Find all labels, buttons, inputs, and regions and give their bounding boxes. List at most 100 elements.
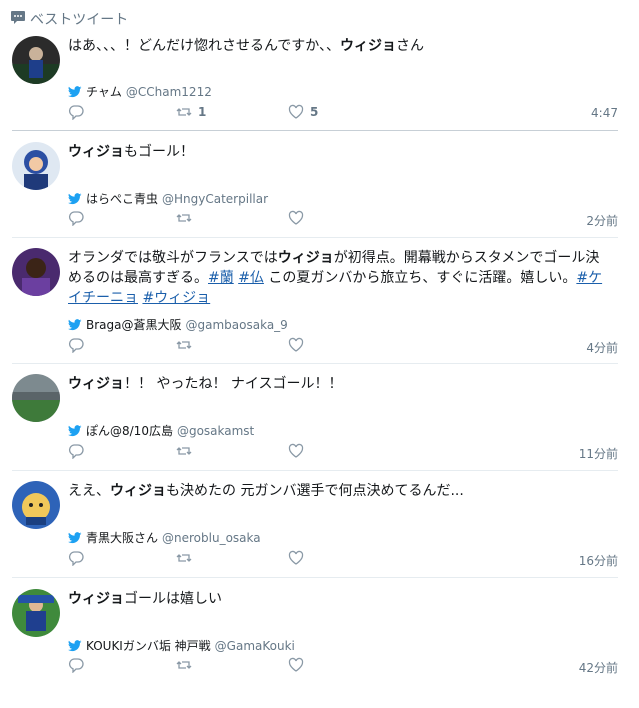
reply-button[interactable] — [68, 337, 84, 353]
hashtag-link[interactable]: #ウィジョ — [142, 290, 210, 306]
tweet-author[interactable]: KOUKIガンバ垢 神戸戦 @GamaKouki — [68, 637, 295, 654]
tweet-author[interactable]: 青黒大阪さん @neroblu_osaka — [68, 529, 261, 546]
tweet-text-segment: この夏ガンバから旅立ち、すぐに活躍。嬉しい。 — [263, 270, 577, 286]
handle: @GamaKouki — [214, 638, 295, 653]
avatar[interactable] — [12, 142, 60, 190]
retweet-button[interactable] — [176, 657, 192, 673]
tweet-text: ウィジョもゴール！ — [68, 142, 608, 162]
like-button[interactable] — [288, 657, 304, 673]
handle: @gosakamst — [176, 423, 255, 438]
reply-icon — [68, 444, 84, 459]
timestamp[interactable]: 11分前 — [579, 445, 618, 462]
reply-button[interactable] — [68, 550, 84, 566]
tweet-text-segment: も決めたの 元ガンバ選手で何点決めてるんだ... — [166, 483, 464, 499]
reply-button[interactable] — [68, 443, 84, 459]
display-name: ぽん@8/10広島 — [86, 424, 173, 438]
timestamp[interactable]: 4:47 — [591, 106, 618, 120]
retweet-button[interactable] — [176, 550, 192, 566]
avatar[interactable] — [12, 589, 60, 637]
retweet-button[interactable]: 1 — [176, 104, 206, 120]
tweet-text: ウィジョゴールは嬉しい — [68, 589, 608, 609]
tweet-text: ええ、ウィジョも決めたの 元ガンバ選手で何点決めてるんだ... — [68, 481, 608, 501]
timestamp[interactable]: 16分前 — [579, 552, 618, 569]
avatar[interactable] — [12, 36, 60, 84]
speech-bubble-icon — [10, 9, 26, 29]
retweet-icon — [176, 661, 192, 669]
reply-button[interactable] — [68, 210, 84, 226]
avatar[interactable] — [12, 374, 60, 422]
retweet-button[interactable] — [176, 337, 192, 353]
tweet-actions: 4分前 — [68, 337, 618, 357]
reply-icon — [68, 551, 84, 566]
avatar[interactable] — [12, 248, 60, 296]
divider — [12, 237, 618, 238]
tweet-text: オランダでは敬斗がフランスではウィジョが初得点。開幕戦からスタメンでゴール決める… — [68, 248, 608, 308]
tweet-text-segment: ええ、 — [68, 483, 110, 499]
like-button[interactable] — [288, 210, 304, 226]
twitter-bird-icon — [68, 318, 82, 330]
retweet-icon — [176, 214, 192, 222]
highlighted-keyword: ウィジョ — [340, 38, 397, 54]
highlighted-keyword: ウィジョ — [68, 591, 124, 607]
tweet-text-segment: はあ、、、！どんだけ惚れさせるんですか、、 — [68, 38, 341, 54]
divider — [12, 470, 618, 471]
twitter-bird-icon — [68, 639, 82, 651]
heart-icon — [288, 550, 304, 565]
tweet-item[interactable]: ウィジョもゴール！ はらぺこ青虫 @HngyCaterpillar 2分前 — [12, 142, 618, 232]
twitter-bird-icon — [68, 424, 82, 436]
tweet-text-segment: もゴール！ — [124, 144, 194, 160]
like-button[interactable] — [288, 337, 304, 353]
tweet-actions: 16分前 — [68, 550, 618, 570]
tweet-text-segment: さん — [396, 38, 425, 54]
heart-icon — [288, 657, 304, 672]
twitter-bird-icon — [68, 85, 82, 97]
avatar[interactable] — [12, 481, 60, 529]
display-name: KOUKIガンバ垢 神戸戦 — [86, 639, 211, 653]
tweet-item[interactable]: はあ、、、！どんだけ惚れさせるんですか、、ウィジョさん チャム @CCham12… — [12, 36, 618, 126]
tweet-text-segment: ！！ やったね！ ナイスゴール！！ — [124, 376, 343, 392]
highlighted-keyword: ウィジョ — [68, 376, 124, 392]
tweet-text: ウィジョ！！ やったね！ ナイスゴール！！ — [68, 374, 608, 394]
retweet-button[interactable] — [176, 210, 192, 226]
highlighted-keyword: ウィジョ — [68, 144, 124, 160]
header-title: ベストツイート — [30, 12, 129, 28]
tweet-actions: 42分前 — [68, 657, 618, 677]
tweet-text-segment: ゴールは嬉しい — [124, 591, 222, 607]
tweet-author[interactable]: はらぺこ青虫 @HngyCaterpillar — [68, 190, 268, 207]
tweet-author[interactable]: ぽん@8/10広島 @gosakamst — [68, 422, 254, 439]
retweet-count: 1 — [198, 105, 207, 119]
reply-button[interactable] — [68, 104, 84, 120]
twitter-bird-icon — [68, 192, 82, 204]
tweet-author[interactable]: チャム @CCham1212 — [68, 83, 212, 100]
reply-icon — [68, 105, 84, 120]
like-button[interactable] — [288, 443, 304, 459]
tweet-item[interactable]: ウィジョ！！ やったね！ ナイスゴール！！ ぽん@8/10広島 @gosakam… — [12, 374, 618, 464]
display-name: チャム — [86, 85, 122, 99]
divider — [12, 130, 618, 131]
timestamp[interactable]: 4分前 — [586, 339, 618, 356]
tweet-actions: 2分前 — [68, 210, 618, 230]
like-button[interactable] — [288, 550, 304, 566]
handle: @CCham1212 — [125, 84, 212, 99]
tweet-actions: 11分前 — [68, 443, 618, 463]
timestamp[interactable]: 42分前 — [579, 659, 618, 676]
reply-icon — [68, 211, 84, 226]
tweet-item[interactable]: オランダでは敬斗がフランスではウィジョが初得点。開幕戦からスタメンでゴール決める… — [12, 248, 618, 356]
tweet-author[interactable]: Braga@蒼黒大阪 @gambaosaka_9 — [68, 316, 288, 333]
timestamp[interactable]: 2分前 — [586, 212, 618, 229]
hashtag-link[interactable]: #仏 — [238, 270, 264, 286]
retweet-button[interactable] — [176, 443, 192, 459]
heart-icon — [288, 104, 304, 119]
tweet-text-segment: オランダでは敬斗がフランスでは — [68, 250, 278, 266]
display-name: はらぺこ青虫 — [86, 192, 159, 206]
twitter-bird-icon — [68, 531, 82, 543]
like-button[interactable]: 5 — [288, 104, 318, 120]
highlighted-keyword: ウィジョ — [277, 250, 334, 266]
highlighted-keyword: ウィジョ — [110, 483, 166, 499]
tweet-item[interactable]: ええ、ウィジョも決めたの 元ガンバ選手で何点決めてるんだ... 青黒大阪さん @… — [12, 481, 618, 571]
reply-button[interactable] — [68, 657, 84, 673]
reply-icon — [68, 338, 84, 353]
hashtag-link[interactable]: #蘭 — [208, 270, 234, 286]
tweet-item[interactable]: ウィジョゴールは嬉しい KOUKIガンバ垢 神戸戦 @GamaKouki 42分… — [12, 589, 618, 679]
retweet-icon — [176, 447, 192, 455]
